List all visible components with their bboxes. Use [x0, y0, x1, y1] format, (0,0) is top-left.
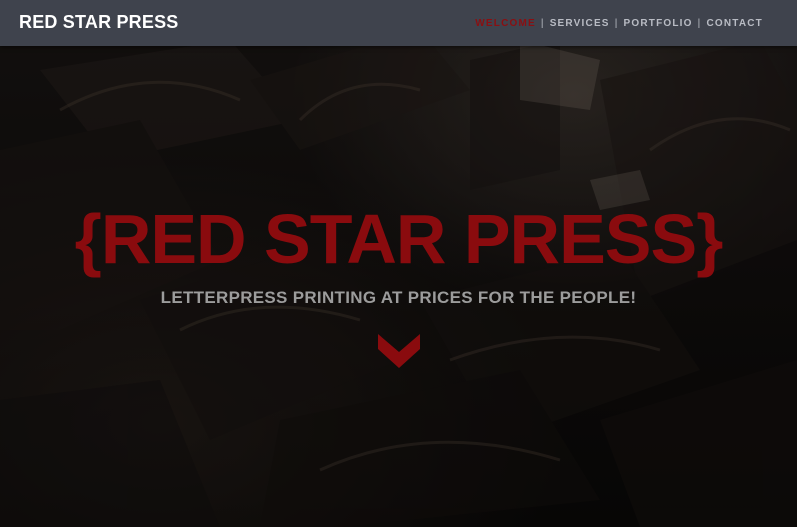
- nav-separator: |: [697, 18, 702, 29]
- brand-logo-link[interactable]: RED STAR PRESS: [19, 12, 179, 33]
- chevron-down-icon[interactable]: [376, 332, 422, 370]
- nav-separator: |: [614, 18, 619, 29]
- hero-tagline: LETTERPRESS PRINTING AT PRICES FOR THE P…: [160, 288, 637, 307]
- chevron-down-icon-graphic: [378, 334, 420, 368]
- nav-item-portfolio[interactable]: PORTFOLIO: [624, 18, 693, 29]
- page: RED STAR PRESS WELCOME | SERVICES | PORT…: [0, 0, 797, 527]
- hero-headline: {RED STAR PRESS}: [74, 200, 724, 278]
- nav-item-welcome[interactable]: WELCOME: [475, 18, 536, 29]
- nav-item-contact[interactable]: CONTACT: [706, 18, 763, 29]
- nav-separator: |: [540, 18, 545, 29]
- nav-item-services[interactable]: SERVICES: [550, 18, 610, 29]
- top-navbar: RED STAR PRESS WELCOME | SERVICES | PORT…: [0, 0, 797, 46]
- main-nav: WELCOME | SERVICES | PORTFOLIO | CONTACT: [475, 18, 763, 29]
